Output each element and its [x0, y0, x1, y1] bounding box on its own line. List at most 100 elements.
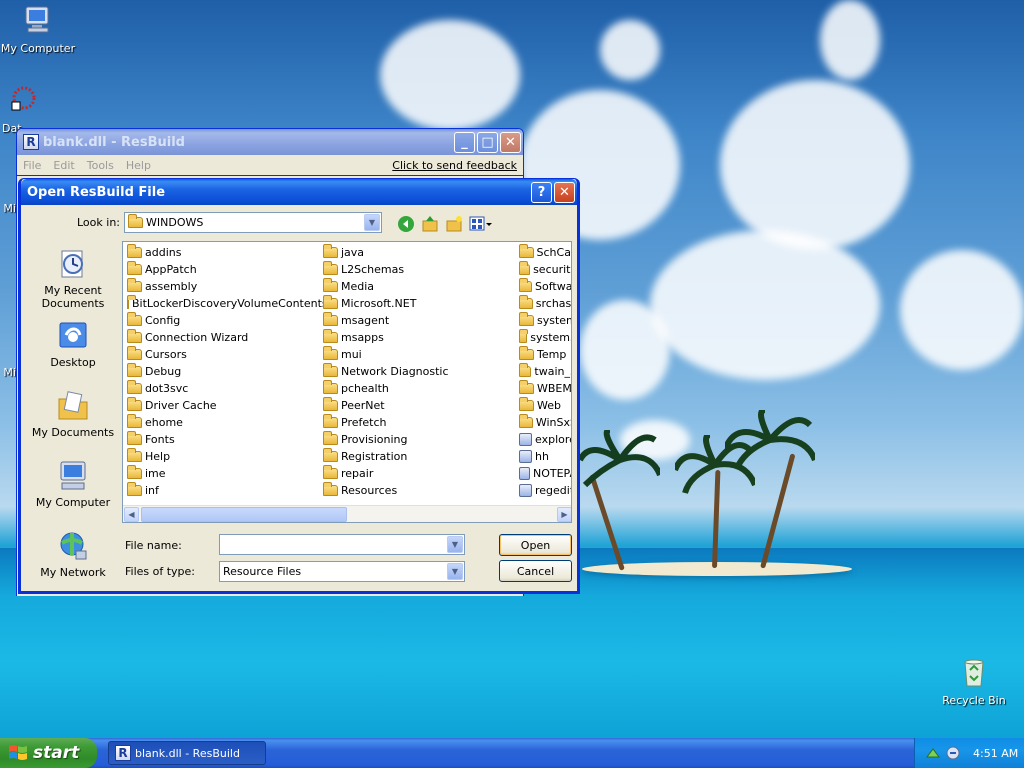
file-list-item[interactable]: Fonts	[125, 431, 320, 448]
open-button[interactable]: Open	[499, 534, 572, 556]
up-folder-icon[interactable]	[421, 215, 439, 233]
menu-edit[interactable]: Edit	[53, 159, 74, 172]
folder-icon	[127, 414, 142, 428]
resbuild-titlebar[interactable]: R blank.dll - ResBuild _ □ ✕	[17, 129, 523, 155]
folder-icon	[127, 431, 142, 445]
file-list-item-label: AppPatch	[145, 263, 197, 276]
help-button[interactable]: ?	[531, 181, 552, 203]
file-list-item[interactable]: ehome	[125, 414, 320, 431]
places-my-computer[interactable]: My Computer	[29, 459, 117, 509]
file-list-item[interactable]: security	[517, 261, 571, 278]
file-list-item[interactable]: Help	[125, 448, 320, 465]
file-list-item[interactable]: Resources	[321, 482, 516, 499]
feedback-link[interactable]: Click to send feedback	[392, 159, 517, 172]
file-list-item[interactable]: Driver Cache	[125, 397, 320, 414]
places-my-network[interactable]: My Network	[29, 529, 117, 579]
file-list-item[interactable]: mui	[321, 346, 516, 363]
file-list-item[interactable]: regedit	[517, 482, 571, 499]
file-list-item[interactable]: Network Diagnostic	[321, 363, 516, 380]
file-list-item[interactable]: Registration	[321, 448, 516, 465]
volume-tray-icon[interactable]	[945, 745, 961, 761]
file-list-item[interactable]: L2Schemas	[321, 261, 516, 278]
file-list-item[interactable]: WBEM	[517, 380, 571, 397]
file-list-item[interactable]: Debug	[125, 363, 320, 380]
back-icon[interactable]	[397, 215, 415, 233]
dialog-close-button[interactable]: ✕	[554, 181, 575, 203]
file-list-item[interactable]: AppPatch	[125, 261, 320, 278]
cancel-button[interactable]: Cancel	[499, 560, 572, 582]
start-button[interactable]: start	[0, 738, 97, 768]
file-list-item[interactable]: BitLockerDiscoveryVolumeContents	[125, 295, 328, 312]
file-list-item[interactable]: ime	[125, 465, 320, 482]
menu-help[interactable]: Help	[126, 159, 151, 172]
file-list-item[interactable]: Config	[125, 312, 320, 329]
file-list-item-label: Resources	[341, 484, 398, 497]
file-list-item[interactable]: inf	[125, 482, 320, 499]
file-list-item[interactable]: Media	[321, 278, 516, 295]
dialog-titlebar[interactable]: Open ResBuild File ? ✕	[21, 179, 577, 205]
new-folder-icon[interactable]	[445, 215, 463, 233]
file-list-item[interactable]: WinSxS	[517, 414, 571, 431]
file-list-item[interactable]: Prefetch	[321, 414, 516, 431]
file-list-item-label: Softwar	[535, 280, 572, 293]
file-list-item[interactable]: Cursors	[125, 346, 320, 363]
close-button[interactable]: ✕	[500, 131, 521, 153]
folder-icon	[519, 363, 532, 377]
file-list-item-label: ime	[145, 467, 166, 480]
cloud	[580, 300, 670, 400]
clock[interactable]: 4:51 AM	[973, 747, 1018, 760]
file-name-input[interactable]: ▼	[219, 534, 465, 555]
file-list-item[interactable]: Connection Wizard	[125, 329, 320, 346]
file-list-item-label: ehome	[145, 416, 183, 429]
menu-tools[interactable]: Tools	[87, 159, 114, 172]
scroll-right-button[interactable]: ▶	[557, 507, 571, 522]
file-list-item[interactable]: addins	[125, 244, 320, 261]
file-list-item[interactable]: assembly	[125, 278, 320, 295]
horizontal-scrollbar[interactable]: ◀ ▶	[123, 505, 571, 522]
file-type-select[interactable]: Resource Files ▼	[219, 561, 465, 582]
folder-icon	[127, 346, 142, 360]
file-list-item[interactable]: NOTEPA	[517, 465, 571, 482]
maximize-button[interactable]: □	[477, 131, 498, 153]
file-list-item[interactable]: system3	[517, 329, 571, 346]
folder-icon	[323, 346, 338, 360]
menu-file[interactable]: File	[23, 159, 41, 172]
file-list-item[interactable]: Provisioning	[321, 431, 516, 448]
places-desktop[interactable]: Desktop	[29, 319, 117, 369]
file-list-item[interactable]: java	[321, 244, 516, 261]
network-tray-icon[interactable]	[925, 745, 941, 761]
file-list-item[interactable]: twain_3	[517, 363, 571, 380]
folder-icon	[128, 214, 143, 228]
taskbar-item-resbuild[interactable]: R blank.dll - ResBuild	[108, 741, 266, 765]
file-list-item[interactable]: repair	[321, 465, 516, 482]
look-in-select[interactable]: WINDOWS ▼	[124, 212, 382, 233]
file-list-item[interactable]: Temp	[517, 346, 571, 363]
desktop-icon-label: My Computer	[0, 42, 76, 55]
scrollbar-thumb[interactable]	[141, 507, 347, 522]
places-my-documents[interactable]: My Documents	[29, 389, 117, 439]
scroll-left-button[interactable]: ◀	[124, 507, 139, 522]
file-list-item[interactable]: msagent	[321, 312, 516, 329]
file-list-item[interactable]: system	[517, 312, 571, 329]
file-list-item[interactable]: msapps	[321, 329, 516, 346]
file-list-item[interactable]: pchealth	[321, 380, 516, 397]
file-list-item[interactable]: PeerNet	[321, 397, 516, 414]
file-list-item[interactable]: dot3svc	[125, 380, 320, 397]
file-list[interactable]: addins AppPatch assembly BitLockerDiscovery…	[122, 241, 572, 523]
view-menu-icon[interactable]	[469, 215, 493, 233]
places-recent-documents[interactable]: My Recent Documents	[29, 247, 117, 310]
file-list-item[interactable]: Microsoft.NET	[321, 295, 516, 312]
desktop-icon-my-computer[interactable]: My Computer	[0, 4, 78, 55]
palm-leaves	[580, 430, 660, 488]
minimize-button[interactable]: _	[454, 131, 475, 153]
file-list-column: SchCac security Softwar srchass system system…	[517, 244, 572, 499]
desktop-icon-recycle-bin[interactable]: Recycle Bin	[934, 656, 1014, 707]
file-list-item[interactable]: Softwar	[517, 278, 572, 295]
file-list-item[interactable]: Web	[517, 397, 571, 414]
folder-icon	[323, 380, 338, 394]
file-list-item[interactable]: srchass	[517, 295, 571, 312]
file-list-item-label: Registration	[341, 450, 408, 463]
file-list-item[interactable]: SchCac	[517, 244, 571, 261]
file-list-item[interactable]: hh	[517, 448, 571, 465]
file-list-item[interactable]: explore	[517, 431, 571, 448]
